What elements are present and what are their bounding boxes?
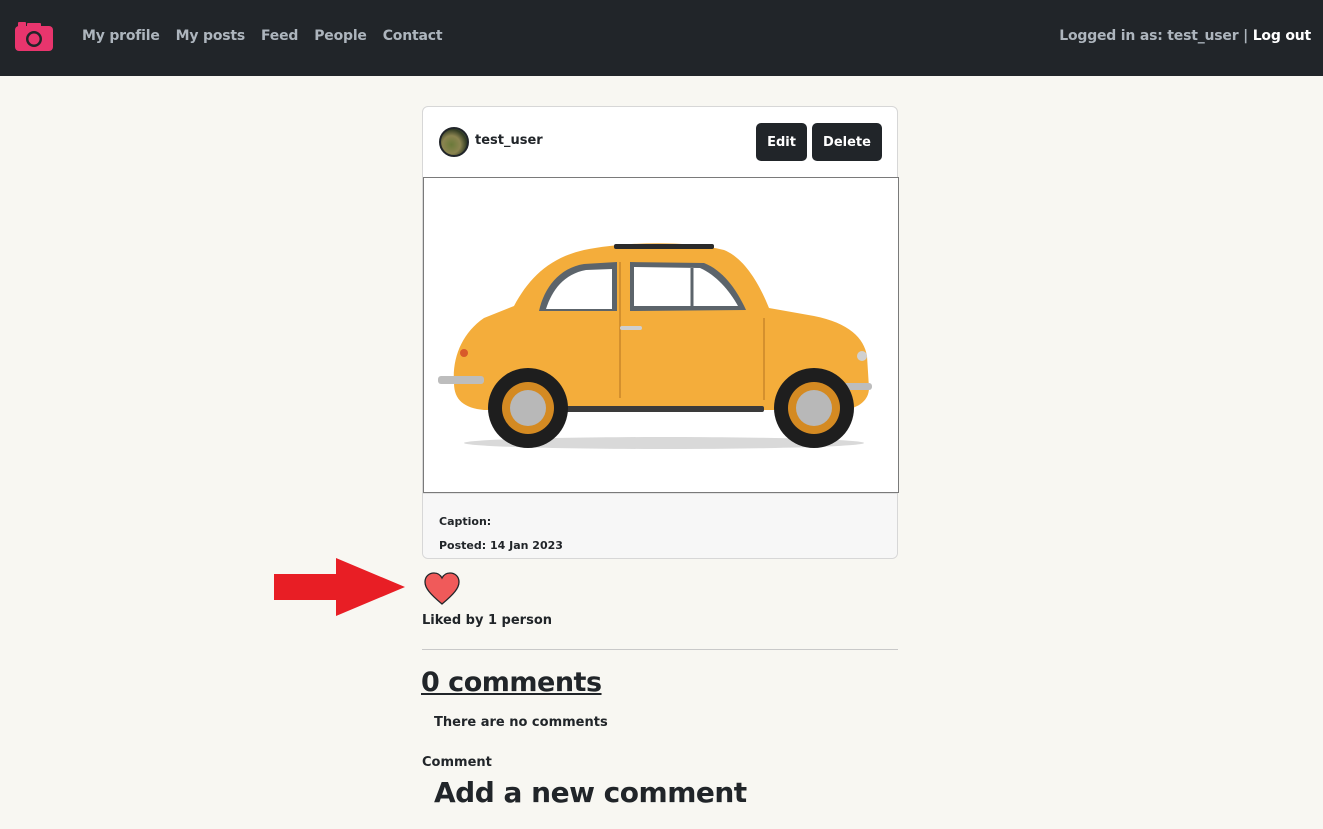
comment-label: Comment xyxy=(422,755,492,770)
post-card: test_user Edit Delete Caption: Posted: 1… xyxy=(422,106,899,559)
car-image xyxy=(438,243,872,449)
caption-label: Caption: xyxy=(439,515,492,528)
nav-links: My profile My posts Feed People Contact xyxy=(82,28,443,44)
liked-by-text: Liked by 1 person xyxy=(422,613,553,628)
user-status: Logged in as: test_user | Log out xyxy=(1059,28,1311,44)
post-image xyxy=(423,177,899,493)
navbar: My profile My posts Feed People Contact … xyxy=(0,0,1323,76)
nav-my-profile[interactable]: My profile xyxy=(82,28,160,44)
logged-in-text: Logged in as: test_user | xyxy=(1059,28,1248,44)
delete-button[interactable]: Delete xyxy=(812,123,882,161)
posted-date: Posted: 14 Jan 2023 xyxy=(439,539,563,552)
edit-button[interactable]: Edit xyxy=(756,123,807,161)
camera-icon[interactable] xyxy=(14,20,54,52)
no-comments-text: There are no comments xyxy=(434,715,608,730)
post-footer: Caption: Posted: 14 Jan 2023 xyxy=(423,493,897,558)
red-arrow-icon xyxy=(274,558,405,616)
add-comment-heading: Add a new comment xyxy=(434,776,747,809)
avatar[interactable] xyxy=(439,127,469,157)
nav-people[interactable]: People xyxy=(314,28,367,44)
post-username[interactable]: test_user xyxy=(475,133,543,148)
nav-feed[interactable]: Feed xyxy=(261,28,298,44)
logout-link[interactable]: Log out xyxy=(1253,28,1312,44)
nav-contact[interactable]: Contact xyxy=(383,28,443,44)
post-header: test_user Edit Delete xyxy=(423,107,897,177)
nav-my-posts[interactable]: My posts xyxy=(176,28,246,44)
comments-count-heading[interactable]: 0 comments xyxy=(421,667,602,698)
divider xyxy=(422,649,898,650)
heart-icon[interactable] xyxy=(424,572,460,606)
